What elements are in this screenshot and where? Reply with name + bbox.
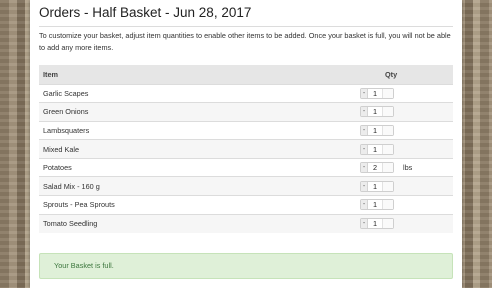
table-row: Tomato Seedling - 1 [39,213,453,233]
qty-cell: - 1 [355,83,453,103]
qty-wrapper: - 2 lbs [355,162,453,174]
increment-button[interactable] [382,181,393,191]
decrement-button[interactable]: - [361,163,368,173]
quantity-input[interactable]: 1 [368,219,382,228]
decrement-button[interactable]: - [361,181,368,191]
qty-wrapper: - 1 [355,218,453,230]
item-name: Potatoes [39,157,355,177]
qty-wrapper: - 1 [355,199,453,211]
decrement-button[interactable]: - [361,125,368,135]
decrement-button[interactable]: - [361,144,368,154]
increment-button[interactable] [382,163,393,173]
table-row: Salad Mix - 160 g - 1 [39,176,453,196]
quantity-stepper: - 2 [360,162,394,174]
table-row: Lambsquaters - 1 [39,120,453,140]
quantity-stepper: - 1 [360,143,394,155]
quantity-stepper: - 1 [360,124,394,136]
qty-cell: - 1 [355,139,453,159]
increment-button[interactable] [382,200,393,210]
item-name: Tomato Seedling [39,213,355,233]
quantity-input[interactable]: 1 [368,200,382,209]
item-name: Mixed Kale [39,139,355,159]
quantity-input[interactable]: 1 [368,126,382,135]
item-name: Lambsquaters [39,120,355,140]
qty-wrapper: - 1 [355,143,453,155]
item-name: Green Onions [39,102,355,122]
qty-wrapper: - 1 [355,180,453,192]
quantity-stepper: - 1 [360,199,394,211]
increment-button[interactable] [382,144,393,154]
table-row: Mixed Kale - 1 [39,139,453,159]
unit-label: lbs [403,163,413,173]
decrement-button[interactable]: - [361,200,368,210]
increment-button[interactable] [382,107,393,117]
item-name: Salad Mix - 160 g [39,176,355,196]
column-header-item: Item [39,65,355,84]
quantity-input[interactable]: 1 [368,107,382,116]
table-row: Sprouts - Pea Sprouts - 1 [39,195,453,215]
table-row: Green Onions - 1 [39,102,453,122]
quantity-input[interactable]: 1 [368,182,382,191]
order-panel: Orders - Half Basket - Jun 28, 2017 To c… [30,0,462,288]
qty-cell: - 1 [355,213,453,233]
decrement-button[interactable]: - [361,107,368,117]
qty-cell: - 1 [355,176,453,196]
item-name: Sprouts - Pea Sprouts [39,195,355,215]
qty-wrapper: - 1 [355,106,453,118]
decrement-button[interactable]: - [361,219,368,229]
quantity-input[interactable]: 1 [368,145,382,154]
item-name: Garlic Scapes [39,83,355,103]
page-title: Orders - Half Basket - Jun 28, 2017 [39,4,453,27]
qty-wrapper: - 1 [355,124,453,136]
qty-cell: - 1 [355,195,453,215]
quantity-stepper: - 1 [360,180,394,192]
increment-button[interactable] [382,125,393,135]
column-header-qty: Qty [355,65,453,84]
decrement-button[interactable]: - [361,88,368,98]
table-row: Garlic Scapes - 1 [39,83,453,103]
increment-button[interactable] [382,88,393,98]
table-row: Potatoes - 2 lbs [39,157,453,177]
increment-button[interactable] [382,219,393,229]
quantity-input[interactable]: 2 [368,163,382,172]
table-header-row: Item Qty [39,65,453,84]
items-table: Item Qty Garlic Scapes - 1 Green Onions … [39,65,453,233]
instructions-text: To customize your basket, adjust item qu… [39,31,451,52]
qty-cell: - 1 [355,120,453,140]
quantity-stepper: - 1 [360,218,394,230]
basket-full-alert: Your Basket is full. [39,253,453,279]
quantity-stepper: - 1 [360,87,394,99]
qty-wrapper: - 1 [355,87,453,99]
quantity-stepper: - 1 [360,106,394,118]
qty-cell: - 1 [355,102,453,122]
qty-cell: - 2 lbs [355,157,453,177]
quantity-input[interactable]: 1 [368,89,382,98]
